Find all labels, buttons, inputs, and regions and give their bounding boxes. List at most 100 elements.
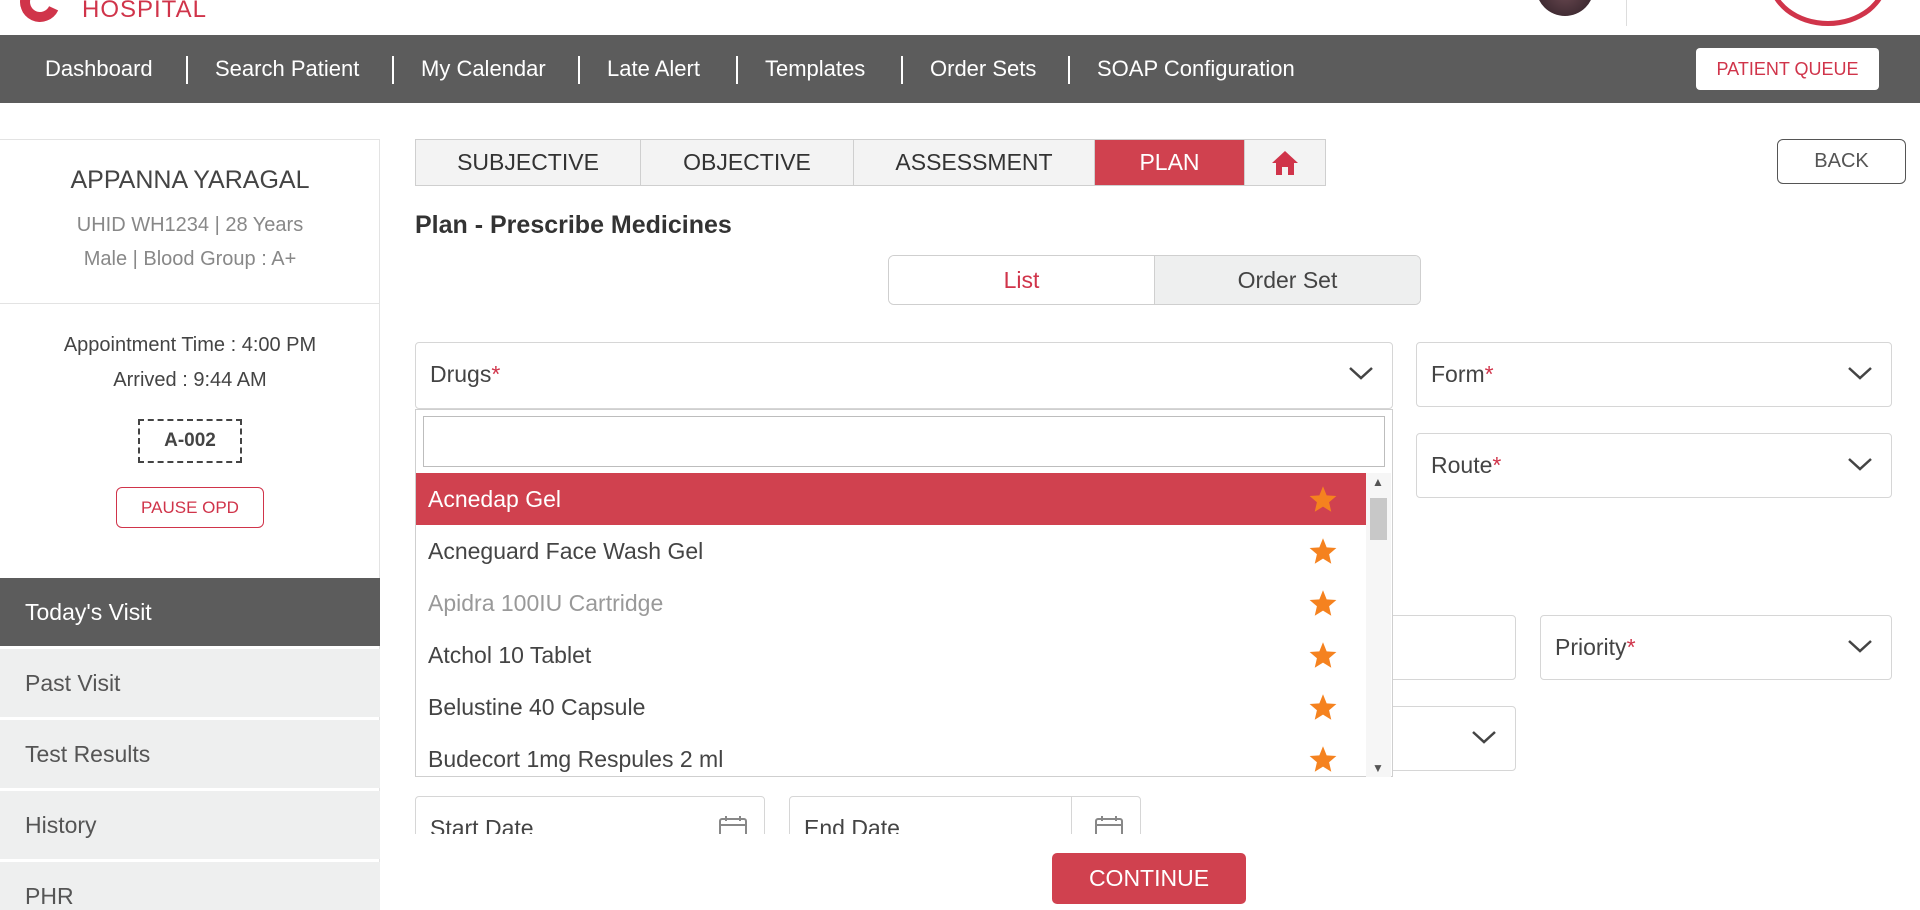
header-divider (1626, 0, 1627, 26)
toggle-list[interactable]: List (889, 256, 1155, 304)
nav-order-sets[interactable]: Order Sets (930, 35, 1036, 103)
star-icon[interactable] (1308, 641, 1338, 669)
required-mark: * (1626, 634, 1636, 660)
drug-option-label: Acnedap Gel (428, 486, 561, 512)
hospital-logo-text: HOSPITAL (82, 0, 207, 23)
chevron-down-icon (1848, 458, 1872, 471)
drug-option-label: Atchol 10 Tablet (428, 642, 592, 668)
hospital-logo-icon (14, 0, 66, 28)
list-orderset-toggle: List Order Set (888, 255, 1421, 305)
calendar-icon[interactable] (718, 815, 748, 834)
sidebar-item-test-results[interactable]: Test Results (0, 720, 380, 788)
nav-my-calendar[interactable]: My Calendar (421, 35, 546, 103)
sidebar-item-history[interactable]: History (0, 791, 380, 859)
drug-option[interactable]: Atchol 10 Tablet (416, 629, 1366, 681)
tab-plan[interactable]: PLAN (1095, 140, 1245, 185)
start-date-label: Start Date (430, 815, 534, 834)
chevron-down-icon (1349, 367, 1373, 380)
priority-label: Priority* (1555, 616, 1636, 679)
drugs-dropdown: Acnedap Gel Acneguard Face Wash Gel Apid… (415, 409, 1393, 777)
star-icon[interactable] (1308, 693, 1338, 721)
back-button[interactable]: BACK (1777, 139, 1906, 184)
form-label: Form* (1431, 343, 1494, 406)
route-label: Route* (1431, 434, 1501, 497)
brand-logo-icon (1768, 0, 1888, 26)
required-mark: * (491, 361, 501, 387)
soap-tabs: SUBJECTIVE OBJECTIVE ASSESSMENT PLAN (415, 139, 1326, 186)
drug-option-label: Apidra 100IU Cartridge (428, 590, 664, 616)
date-row: Start Date End Date (415, 796, 1145, 834)
star-icon[interactable] (1308, 589, 1338, 617)
patient-queue-button[interactable]: PATIENT QUEUE (1696, 48, 1879, 90)
patient-name: APPANNA YARAGAL (70, 166, 310, 194)
user-avatar[interactable] (1536, 0, 1594, 16)
scrollbar-thumb[interactable] (1370, 498, 1387, 540)
drug-option[interactable]: Acneguard Face Wash Gel (416, 525, 1366, 577)
drug-option[interactable]: Acnedap Gel (416, 473, 1366, 525)
nav-search-patient[interactable]: Search Patient (215, 35, 359, 103)
tab-assessment[interactable]: ASSESSMENT (854, 140, 1095, 185)
patient-gender-blood: Male | Blood Group : A+ (83, 248, 297, 270)
chevron-down-icon (1472, 731, 1496, 744)
chevron-down-icon (1848, 367, 1872, 380)
arrived-time: Arrived : 9:44 AM (113, 369, 267, 391)
drug-option[interactable]: Budecort 1mg Respules 2 ml (416, 733, 1366, 777)
route-label-text: Route (1431, 452, 1493, 478)
star-icon[interactable] (1308, 485, 1338, 513)
app-header: HOSPITAL (0, 0, 1920, 35)
nav-templates[interactable]: Templates (765, 35, 865, 103)
form-label-text: Form (1431, 361, 1485, 387)
star-icon[interactable] (1308, 745, 1338, 773)
panel-divider (0, 303, 380, 304)
home-icon (1272, 150, 1298, 175)
drug-options-list: Acnedap Gel Acneguard Face Wash Gel Apid… (416, 473, 1366, 777)
toggle-order-set[interactable]: Order Set (1155, 256, 1420, 304)
calendar-separator (1071, 797, 1072, 834)
sidebar-item-past-visit[interactable]: Past Visit (0, 649, 380, 717)
tab-objective[interactable]: OBJECTIVE (641, 140, 854, 185)
sidebar-item-phr[interactable]: PHR (0, 862, 380, 910)
main-nav: Dashboard Search Patient My Calendar Lat… (0, 35, 1920, 103)
drugs-label-text: Drugs (430, 361, 492, 387)
appointment-time: Appointment Time : 4:00 PM (63, 334, 317, 356)
patient-panel: APPANNA YARAGAL UHID WH1234 | 28 Years M… (0, 139, 380, 910)
end-date-label: End Date (804, 815, 900, 834)
drug-option[interactable]: Belustine 40 Capsule (416, 681, 1366, 733)
drug-search-input[interactable] (423, 416, 1385, 467)
required-mark: * (1492, 452, 1502, 478)
nav-separator (392, 56, 394, 84)
token-number: A-002 (138, 419, 242, 463)
calendar-icon[interactable] (1094, 815, 1124, 834)
page-title: Plan - Prescribe Medicines (415, 211, 732, 239)
drug-option-label: Acneguard Face Wash Gel (428, 538, 704, 564)
chevron-down-icon (1848, 640, 1872, 653)
drugs-label: Drugs* (430, 343, 500, 406)
scroll-up-icon[interactable]: ▲ (1372, 475, 1384, 489)
pause-opd-button[interactable]: PAUSE OPD (116, 487, 264, 528)
start-date-input[interactable]: Start Date (415, 796, 765, 834)
drug-option-label: Budecort 1mg Respules 2 ml (428, 746, 724, 772)
nav-separator (1068, 56, 1070, 84)
tab-home[interactable] (1245, 140, 1325, 185)
continue-button[interactable]: CONTINUE (1052, 853, 1246, 904)
drug-option[interactable]: Apidra 100IU Cartridge (416, 577, 1366, 629)
required-mark: * (1484, 361, 1494, 387)
scroll-down-icon[interactable]: ▼ (1372, 761, 1384, 775)
priority-select[interactable]: Priority* (1540, 615, 1892, 680)
sidebar-item-todays-visit[interactable]: Today's Visit (0, 578, 380, 646)
tab-subjective[interactable]: SUBJECTIVE (416, 140, 641, 185)
patient-uhid-age: UHID WH1234 | 28 Years (76, 214, 304, 236)
nav-soap-configuration[interactable]: SOAP Configuration (1097, 35, 1295, 103)
drug-option-label: Belustine 40 Capsule (428, 694, 646, 720)
form-select[interactable]: Form* (1416, 342, 1892, 407)
route-select[interactable]: Route* (1416, 433, 1892, 498)
end-date-input[interactable]: End Date (789, 796, 1141, 834)
star-icon[interactable] (1308, 537, 1338, 565)
priority-label-text: Priority (1555, 634, 1627, 660)
nav-separator (736, 56, 738, 84)
dropdown-scrollbar[interactable]: ▲ ▼ (1366, 473, 1391, 777)
nav-separator (186, 56, 188, 84)
nav-late-alert[interactable]: Late Alert (607, 35, 700, 103)
nav-dashboard[interactable]: Dashboard (45, 35, 153, 103)
drugs-select[interactable]: Drugs* (415, 342, 1393, 409)
